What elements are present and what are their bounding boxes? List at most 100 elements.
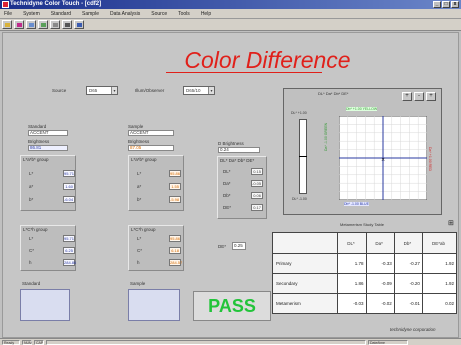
c-label: C* [29, 248, 35, 253]
measure-button[interactable] [26, 20, 36, 29]
menu-sample[interactable]: Sample [82, 11, 99, 17]
chevron-down-icon: ▾ [111, 87, 117, 94]
folder-icon [5, 23, 10, 27]
l-top-label: DL* +1.00 [291, 111, 307, 115]
col-header: DE*ab [421, 232, 458, 254]
status-ready: Ready [2, 340, 20, 345]
status-num: NUM [22, 340, 32, 345]
minimize-button[interactable]: _ [433, 1, 441, 8]
zoom-controls: + - + [402, 92, 436, 101]
da-label: Da* [223, 181, 231, 186]
standard-lch-group: L*C*h group L* 95.71 C* 6.25 h 284.86 [20, 225, 76, 271]
sample-h-value: 284.57 [169, 259, 183, 266]
corner-cell [271, 232, 339, 254]
b-bottom-label: Db* -1.00 BLUE [344, 202, 369, 206]
title-bar: Technidyne Color Touch - [cdf2] _ □ x [0, 0, 461, 9]
table-cell: -0.02 [365, 293, 395, 314]
col-header: Da* [365, 232, 395, 254]
status-cap: CAP [34, 340, 44, 345]
row-label: Secondary [271, 273, 339, 294]
table-cell: -0.09 [365, 273, 395, 294]
illuminant-label: Illum/Observer [135, 88, 165, 93]
standard-brightness-field: 86.81 [28, 145, 68, 151]
help-icon [77, 23, 82, 27]
standard-a-value: 1.60 [63, 183, 75, 190]
row-label: Metamerism [271, 293, 339, 314]
sample-name-field[interactable]: ACCENT [128, 130, 174, 136]
color-difference-plot: DL* Da* Db* DE* + - + DL* +1.00 DL* -1.0… [283, 88, 442, 215]
sample-lch-l-value: 95.86 [169, 235, 181, 242]
delta-lab-group: DL* Da* Db* DE* DL* 0.15 Da* -0.05 Db* 0… [217, 156, 267, 219]
illuminant-select[interactable]: D65/10 ▾ [183, 86, 215, 95]
standard-b-value: -6.04 [63, 196, 75, 203]
table-cell: 1.92 [421, 253, 458, 274]
app-icon [2, 1, 9, 8]
table-cell: 1.78 [337, 253, 367, 274]
col-header: DL* [337, 232, 367, 254]
sample-point-marker: × [381, 157, 385, 163]
menu-tools[interactable]: Tools [178, 11, 190, 17]
source-value: D65 [89, 88, 98, 93]
a-right-label: Da* +1.00 RED [428, 147, 432, 172]
col-header: Db* [393, 232, 423, 254]
chart-button[interactable] [38, 20, 48, 29]
d-brightness-label: D Brightness [218, 141, 244, 146]
maximize-button[interactable]: □ [442, 1, 450, 8]
sample-a-value: 1.55 [169, 183, 181, 190]
print-button[interactable] [62, 20, 72, 29]
table-tool-icon[interactable]: ⊞ [448, 219, 454, 227]
table-cell: 1.86 [337, 273, 367, 294]
sample-color-swatch [128, 289, 180, 321]
b-label: b* [29, 197, 34, 202]
h-label: h [29, 260, 32, 265]
group-title: L*C*h group [23, 227, 48, 232]
status-spacer [46, 340, 366, 345]
illuminant-value: D65/10 [186, 88, 201, 93]
chart-icon [41, 23, 46, 27]
standard-lab-group: L*a*b* group L* 95.71 a* 1.60 b* -6.04 [20, 155, 76, 211]
help-button[interactable] [74, 20, 84, 29]
standard-l-value: 95.71 [63, 170, 75, 177]
brand-logo: technidyne corporation [390, 327, 436, 332]
de-label: DE* [223, 205, 232, 210]
menu-file[interactable]: File [4, 11, 12, 17]
plot-title: DL* Da* Db* DE* [318, 91, 349, 96]
group-title: L*a*b* group [131, 157, 157, 162]
ab-grid: × [339, 116, 427, 200]
de-value: 0.17 [251, 204, 263, 211]
group-title: L*a*b* group [23, 157, 49, 162]
sample-label: Sample [128, 124, 144, 129]
table-button[interactable] [50, 20, 60, 29]
zoom-reset-button[interactable]: + [426, 92, 436, 101]
print-icon [65, 23, 70, 27]
standard-brightness-label: Brightness [28, 139, 50, 144]
row-label: Primary [271, 253, 339, 274]
menu-system[interactable]: System [23, 11, 40, 17]
sample-brightness-field: 87.05 [128, 145, 174, 151]
source-select[interactable]: D65 ▾ [86, 86, 118, 95]
d-brightness-field: 0.24 [218, 147, 260, 153]
window-title: Technidyne Color Touch - [cdf2] [10, 1, 102, 7]
menu-source[interactable]: Source [151, 11, 167, 17]
standard-lch-l-value: 95.71 [63, 235, 75, 242]
standard-name-field[interactable]: ACCENT [28, 130, 68, 136]
close-button[interactable]: x [451, 1, 459, 8]
l-label: L* [29, 236, 34, 241]
a-left-label: Da* -1.00 GREEN [324, 122, 328, 151]
menu-help[interactable]: Help [201, 11, 211, 17]
menu-data-analysis[interactable]: Data Analysis [110, 11, 140, 17]
title-underline [166, 72, 322, 73]
open-button[interactable] [2, 20, 12, 29]
zoom-out-button[interactable]: - [414, 92, 424, 101]
l-bar [299, 119, 307, 194]
menu-standard[interactable]: Standard [51, 11, 71, 17]
standard-c-value: 6.25 [63, 247, 75, 254]
color-button[interactable] [14, 20, 24, 29]
table-cell: -0.03 [337, 293, 367, 314]
de-cmc-label: DE* [218, 244, 227, 249]
standard-swatch-label: Standard [22, 281, 41, 286]
zoom-in-button[interactable]: + [402, 92, 412, 101]
db-value: 0.06 [251, 192, 263, 199]
table-cell: 1.92 [421, 273, 458, 294]
a-label: a* [137, 184, 142, 189]
